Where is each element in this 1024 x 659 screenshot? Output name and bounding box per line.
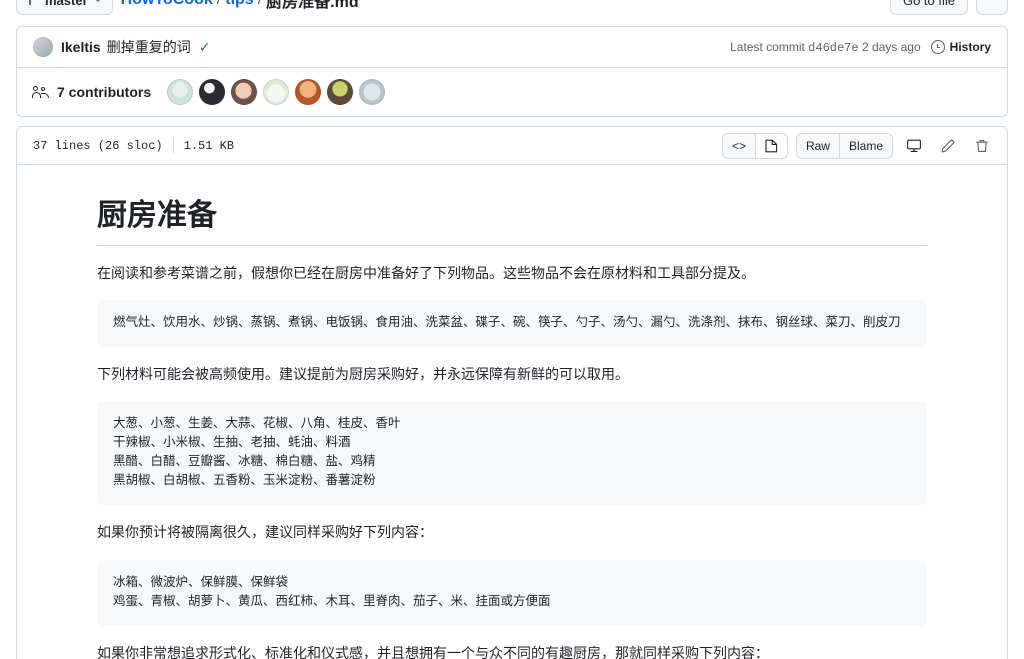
paragraph-formal: 如果你非常想追求形式化、标准化和仪式感，并且想拥有一个与众不同的有趣厨房，那就同… xyxy=(97,644,769,659)
latest-commit-label: Latest commit xyxy=(730,39,805,54)
preview-view-button[interactable] xyxy=(755,133,787,158)
desktop-download-icon[interactable] xyxy=(901,133,927,159)
file-icon xyxy=(765,139,778,152)
blame-button[interactable]: Blame xyxy=(839,133,892,158)
paragraph-ingredients: 下列材料可能会被高频使用。建议提前为厨房采购好，并永远保障有新鲜的可以取用。 xyxy=(97,365,629,382)
contributors-row: 7 contributors xyxy=(17,68,1007,116)
code-block-basic-tools: 燃气灶、饮用水、炒锅、蒸锅、煮锅、电饭锅、食用油、洗菜盆、碟子、碗、筷子、勺子、… xyxy=(97,299,927,347)
more-options-button[interactable] xyxy=(976,0,1008,15)
trash-icon[interactable] xyxy=(969,133,995,159)
commit-author-name[interactable]: Ikeltis xyxy=(61,39,101,55)
avatar[interactable] xyxy=(295,79,322,105)
history-label: History xyxy=(949,40,991,54)
commit-info-card: Ikeltis 删掉重复的词 ✓ Latest commit d46de7e 2… xyxy=(16,26,1008,117)
view-mode-toggle: <> xyxy=(721,132,788,159)
code-block-ingredients: 大葱、小葱、生姜、大蒜、花椒、八角、桂皮、香叶 干辣椒、小米椒、生抽、老抽、蚝油… xyxy=(97,401,927,506)
avatar[interactable] xyxy=(199,79,226,105)
page-title: 厨房准备 xyxy=(97,197,927,246)
stats-divider xyxy=(172,138,174,153)
paragraph-quarantine: 如果你预计将被隔离很久，建议同样采购好下列内容： xyxy=(97,524,433,541)
history-link[interactable]: History xyxy=(930,40,991,54)
avatar[interactable] xyxy=(327,79,354,105)
raw-blame-group: Raw Blame xyxy=(795,132,893,159)
breadcrumb-repo-link[interactable]: HowToCook xyxy=(121,0,213,9)
code-block-quarantine: 冰箱、微波炉、保鲜膜、保鲜袋 鸡蛋、青椒、胡萝卜、黄瓜、西红柿、木耳、里脊肉、茄… xyxy=(97,559,927,626)
avatar[interactable] xyxy=(263,79,290,105)
branch-selector-button[interactable]: master xyxy=(16,0,113,15)
check-icon[interactable]: ✓ xyxy=(199,40,211,54)
contributor-avatars xyxy=(167,79,386,105)
markdown-body: 厨房准备 在阅读和参考菜谱之前，假想你已经在厨房中准备好了下列物品。这些物品不会… xyxy=(17,165,1007,659)
file-lines-info: 37 lines (26 sloc) xyxy=(33,138,163,153)
go-to-file-button[interactable]: Go to file xyxy=(889,0,968,15)
avatar[interactable] xyxy=(359,79,386,105)
breadcrumb-separator-1: / xyxy=(217,0,221,9)
file-size: 1.51 KB xyxy=(183,138,235,153)
github-file-page: master HowToCook / tips / 厨房准备.md Go to … xyxy=(0,0,1024,659)
file-header-toolbar: 37 lines (26 sloc) 1.51 KB <> Raw Blame xyxy=(17,127,1007,165)
breadcrumb: HowToCook / tips / 厨房准备.md xyxy=(121,0,359,12)
pencil-icon[interactable] xyxy=(935,133,961,159)
clock-icon xyxy=(930,40,945,54)
chevron-down-icon xyxy=(93,0,102,2)
people-icon xyxy=(32,85,50,99)
breadcrumb-separator-2: / xyxy=(258,0,262,9)
file-actions: <> Raw Blame xyxy=(721,132,995,159)
contributors-count-label[interactable]: 7 contributors xyxy=(57,84,151,100)
commit-author-avatar[interactable] xyxy=(33,37,53,57)
commit-time: 2 days ago xyxy=(861,39,921,54)
avatar[interactable] xyxy=(231,79,258,105)
latest-commit-meta: Latest commit d46de7e 2 days ago xyxy=(730,40,921,55)
topbar-actions: Go to file xyxy=(889,0,1008,15)
raw-button[interactable]: Raw xyxy=(796,133,840,158)
branch-name-label: master xyxy=(45,0,88,8)
repo-topbar: master HowToCook / tips / 厨房准备.md Go to … xyxy=(16,0,1008,16)
paragraph-intro: 在阅读和参考菜谱之前，假想你已经在厨房中准备好了下列物品。这些物品不会在原材料和… xyxy=(97,264,755,281)
git-branch-icon xyxy=(27,0,39,7)
code-view-button[interactable]: <> xyxy=(722,133,756,158)
file-content-card: 37 lines (26 sloc) 1.51 KB <> Raw Blame … xyxy=(16,126,1008,659)
file-stats: 37 lines (26 sloc) 1.51 KB xyxy=(33,138,235,153)
commit-sha[interactable]: d46de7e xyxy=(808,41,858,55)
avatar[interactable] xyxy=(167,79,194,105)
commit-message[interactable]: 删掉重复的词 xyxy=(107,37,191,57)
breadcrumb-current-file: 厨房准备.md xyxy=(266,0,359,11)
breadcrumb-folder-link[interactable]: tips xyxy=(225,0,253,9)
commit-meta-group: Latest commit d46de7e 2 days ago History xyxy=(730,40,991,55)
latest-commit-row: Ikeltis 删掉重复的词 ✓ Latest commit d46de7e 2… xyxy=(17,27,1007,68)
